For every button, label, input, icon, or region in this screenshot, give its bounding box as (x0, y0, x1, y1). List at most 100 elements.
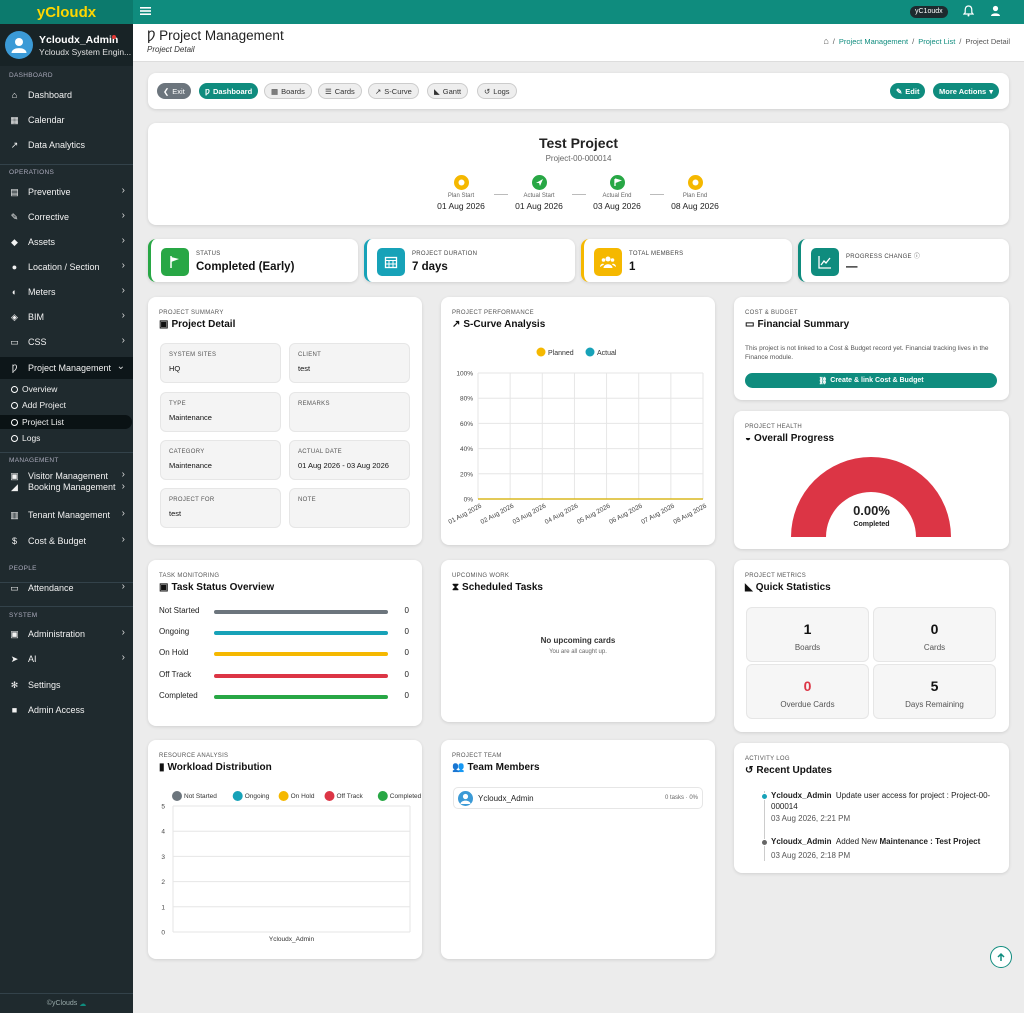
flag-icon (161, 248, 189, 276)
financial-summary-card: COST & BUDGET ▭ Financial Summary This pr… (734, 297, 1009, 400)
sidebar-sub-logs[interactable]: Logs (11, 431, 40, 445)
legend-label: Actual (597, 350, 617, 357)
dashboard-tab[interactable]: Ƿ Dashboard (199, 83, 259, 99)
y-tick-label: 80% (460, 396, 473, 403)
sidebar-item-dashboard[interactable]: ⌂ Dashboard (0, 84, 133, 106)
recent-updates-card: ACTIVITY LOG ↺ Recent Updates Ycloudx_Adm… (734, 743, 1009, 873)
sidebar-item-css[interactable]: ▭ CSS › (0, 331, 133, 353)
s-curve-tab[interactable]: ↗ S-Curve (368, 83, 419, 99)
divider (0, 164, 133, 165)
gantt-tab[interactable]: ◣ Gantt (427, 83, 469, 99)
legend-label: Ongoing (245, 793, 270, 800)
boards-tab[interactable]: ▦ Boards (264, 83, 312, 99)
sidebar-item-bim[interactable]: ◈ BIM › (0, 306, 133, 328)
stat-status: STATUS Completed (Early) (148, 239, 358, 282)
x-tick-label: 04 Aug 2026 (544, 502, 580, 526)
sidebar-item-corrective[interactable]: ✎ Corrective › (0, 206, 133, 228)
breadcrumb-link[interactable]: Project Management (839, 37, 908, 46)
sidebar-item-ai[interactable]: ➤ AI › (0, 648, 133, 670)
sidebar-item-location[interactable]: ● Location / Section › (0, 256, 133, 278)
legend-swatch (536, 347, 546, 357)
task-status-card: TASK MONITORING ▣ Task Status Overview No… (148, 560, 422, 726)
legend-label: On Hold (291, 793, 315, 800)
user-shield-icon: ▣ (10, 628, 19, 639)
arrow-left-icon: ❮ (163, 86, 170, 96)
timeline-plan-end: Plan End 08 Aug 2026 (665, 175, 725, 211)
sidebar-item-administration[interactable]: ▣ Administration › (0, 623, 133, 645)
team-members-card: PROJECT TEAM 👥 Team Members Ycloudx_Admin… (441, 740, 715, 959)
exit-button[interactable]: ❮ Exit (157, 83, 191, 99)
brand-logo[interactable]: yCloudx (0, 0, 133, 24)
sidebar-sub-project-list[interactable]: Project List (0, 415, 132, 429)
sidebar-user-name: Ycloudx_Admin (39, 33, 119, 46)
s-curve-chart: Planned Actual 100% 80% 60% 40% 20% 0%01 Aug 20… (447, 347, 708, 526)
home-icon: ⌂ (11, 90, 18, 100)
attendance-icon: ▭ (10, 582, 19, 593)
sidebar-item-preventive[interactable]: ▤ Preventive › (0, 181, 133, 203)
sidebar-user-panel[interactable]: Ycloudx_Admin Ycloudx System Engin... (0, 24, 133, 66)
sidebar-item-assets[interactable]: ◆ Assets › (0, 231, 133, 253)
x-tick-label: Ycloudx_Admin (269, 936, 315, 943)
breadcrumb: ⌂ / Project Management / Project List / Pro… (823, 36, 1010, 46)
section-dashboard: DASHBOARD (9, 72, 53, 79)
cards-tab[interactable]: ☰ Cards (318, 83, 362, 99)
more-actions-button[interactable]: More Actions ▾ (933, 83, 999, 99)
link-icon: ⛓ (818, 377, 828, 385)
sidebar-sub-add-project[interactable]: Add Project (11, 398, 66, 412)
back-to-top-button[interactable] (990, 946, 1012, 968)
hourglass-icon: ⧗ (452, 582, 460, 593)
create-link-budget-button[interactable]: ⛓ Create & link Cost & Budget (745, 373, 997, 388)
sidebar-sub-overview[interactable]: Overview (11, 382, 57, 396)
team-member-row[interactable]: Ycloudx_Admin 0 tasks · 0% (453, 787, 703, 809)
field-project-for: PROJECT FOR test (160, 488, 281, 528)
breadcrumb-link[interactable]: Project List (918, 37, 955, 46)
edit-button[interactable]: ✎ Edit (890, 83, 926, 99)
chevron-right-icon: › (121, 469, 125, 480)
sidebar-item-settings[interactable]: ✻ Settings (0, 674, 133, 696)
sidebar-item-data-analytics[interactable]: ↗ Data Analytics (0, 134, 133, 156)
menu-toggle-icon[interactable] (139, 5, 151, 17)
sidebar-item-admin-access[interactable]: ■ Admin Access (0, 699, 133, 721)
sidebar-item-tenant-management[interactable]: ▥ Tenant Management › (0, 504, 133, 526)
sidebar-item-booking-management[interactable]: ◢ Booking Management › (0, 481, 133, 493)
cloud-icon: ☁ (79, 1000, 87, 1008)
sidebar-item-cost-budget[interactable]: $ Cost & Budget › (0, 530, 133, 552)
y-tick-label: 1 (161, 904, 165, 911)
tag-icon: ◆ (11, 236, 18, 247)
chevron-right-icon: › (121, 481, 125, 492)
field-client: CLIENT test (289, 343, 410, 383)
x-tick-label: 03 Aug 2026 (512, 502, 548, 526)
grid-icon: ▦ (271, 86, 279, 96)
timeline-plan-start: Plan Start 01 Aug 2026 (431, 175, 491, 211)
stat-days-remaining: 5 Days Remaining (873, 664, 996, 719)
arrow-up-icon (997, 952, 1005, 961)
y-tick-label: 0 (161, 930, 165, 937)
area-chart-icon: ◣ (434, 86, 440, 96)
logs-tab[interactable]: ↺ Logs (477, 83, 517, 99)
project-code: Project-00-000014 (545, 154, 612, 163)
sidebar-item-meters[interactable]: ◐ Meters › (0, 281, 133, 303)
sidebar-item-attendance[interactable]: ▭ Attendance › (0, 577, 133, 599)
sidebar-user-role: Ycloudx System Engin... (39, 46, 132, 57)
chevron-right-icon: › (121, 581, 125, 592)
task-row-not-started: Not Started 0 (159, 606, 409, 615)
home-icon[interactable]: ⌂ (823, 36, 828, 46)
sidebar-item-project-management[interactable]: Ƿ Project Management ⌄ (0, 357, 133, 379)
y-tick-label: 60% (460, 421, 473, 428)
bell-icon[interactable] (961, 4, 975, 18)
flag-icon (609, 175, 625, 190)
overall-progress-card: PROJECT HEALTH ◒ Overall Progress 0.00% C… (734, 411, 1009, 549)
user-chip[interactable]: yC1oudx (910, 6, 948, 18)
users-icon (594, 248, 622, 276)
stat-members: TOTAL MEMBERS 1 (581, 239, 792, 282)
x-tick-label: 08 Aug 2026 (672, 502, 708, 526)
avatar (458, 791, 473, 806)
sidebar-item-calendar[interactable]: ▦ Calendar (0, 109, 133, 131)
user-icon[interactable] (988, 4, 1002, 18)
info-icon[interactable]: ⓘ (914, 254, 920, 260)
edit-icon: ✎ (896, 86, 903, 96)
globe-icon: ● (11, 262, 18, 272)
chevron-down-icon: ⌄ (116, 361, 125, 372)
chevron-right-icon: › (121, 235, 125, 246)
history-icon: ↺ (484, 86, 491, 96)
